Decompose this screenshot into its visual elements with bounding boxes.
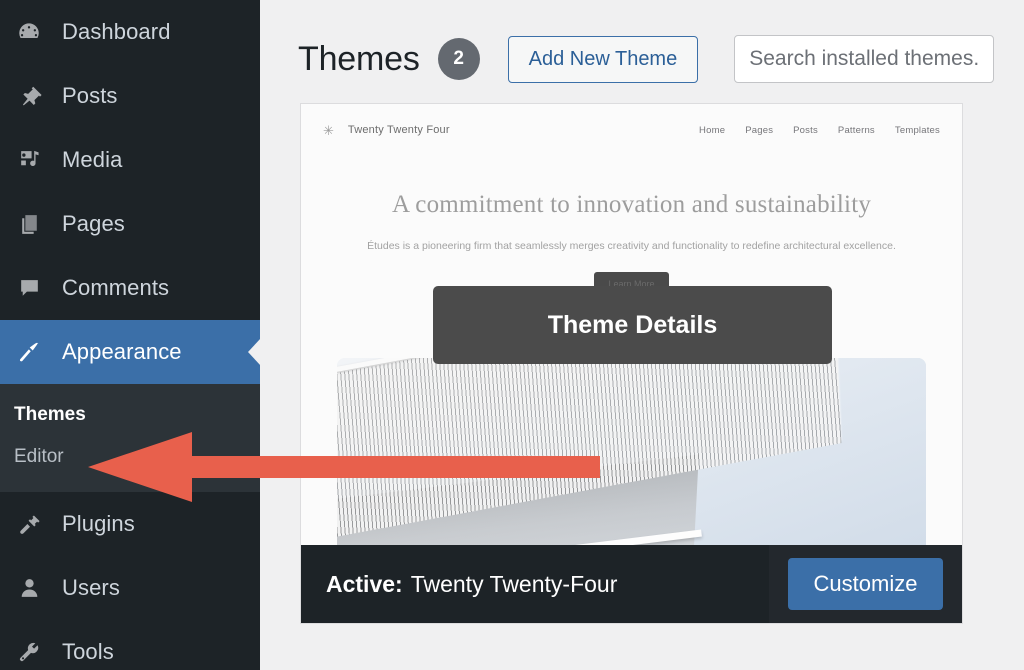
- sidebar-item-label: Dashboard: [62, 19, 171, 44]
- pin-icon: [14, 81, 44, 111]
- comment-bubble-icon: [14, 273, 44, 303]
- nav-item-posts: Posts: [793, 124, 818, 136]
- sidebar-item-posts[interactable]: Posts: [0, 64, 260, 128]
- sidebar-item-comments[interactable]: Comments: [0, 256, 260, 320]
- user-icon: [14, 573, 44, 603]
- sidebar-item-label: Tools: [62, 639, 114, 664]
- sidebar-item-label: Posts: [62, 83, 118, 108]
- active-theme-name: Twenty Twenty-Four: [410, 570, 618, 597]
- dashboard-gauge-icon: [14, 17, 44, 47]
- theme-details-overlay[interactable]: Theme Details: [433, 286, 832, 364]
- sidebar-item-label: Pages: [62, 211, 125, 236]
- customize-button[interactable]: Customize: [787, 558, 944, 610]
- wrench-icon: [14, 637, 44, 667]
- submenu-item-themes[interactable]: Themes: [0, 394, 260, 436]
- active-prefix: Active:: [326, 570, 403, 597]
- theme-hero: A commitment to innovation and sustainab…: [301, 144, 962, 296]
- sidebar-item-plugins[interactable]: Plugins: [0, 492, 260, 556]
- theme-site-header: ✳ Twenty Twenty Four Home Pages Posts Pa…: [301, 104, 962, 144]
- theme-card-twenty-twenty-four[interactable]: ✳ Twenty Twenty Four Home Pages Posts Pa…: [300, 103, 963, 624]
- wordpress-admin-screen: Dashboard Posts Media Pages Comments App…: [0, 0, 1024, 670]
- theme-screenshot: ✳ Twenty Twenty Four Home Pages Posts Pa…: [301, 104, 962, 623]
- admin-sidebar: Dashboard Posts Media Pages Comments App…: [0, 0, 260, 670]
- sidebar-item-dashboard[interactable]: Dashboard: [0, 0, 260, 64]
- sidebar-item-media[interactable]: Media: [0, 128, 260, 192]
- nav-item-templates: Templates: [894, 124, 940, 136]
- sidebar-item-tools[interactable]: Tools: [0, 620, 260, 670]
- sidebar-item-appearance[interactable]: Appearance: [0, 320, 260, 384]
- pages-icon: [14, 209, 44, 239]
- page-header: Themes 2 Add New Theme: [260, 0, 1024, 96]
- media-icon: [14, 145, 44, 175]
- sidebar-item-users[interactable]: Users: [0, 556, 260, 620]
- hero-heading: A commitment to innovation and sustainab…: [391, 191, 872, 218]
- paintbrush-icon: [14, 337, 44, 367]
- site-logo-icon: ✳: [323, 122, 334, 138]
- theme-footer-bar: Active: Twenty Twenty-Four Customize: [301, 545, 962, 623]
- submenu-item-editor[interactable]: Editor: [0, 436, 260, 478]
- hero-description: Études is a pioneering firm that seamles…: [367, 239, 896, 252]
- page-title: Themes: [298, 39, 420, 78]
- sidebar-item-label: Media: [62, 147, 123, 172]
- sidebar-item-label: Users: [62, 575, 120, 600]
- sidebar-item-label: Comments: [62, 275, 170, 300]
- theme-count-badge: 2: [437, 38, 480, 80]
- sidebar-item-pages[interactable]: Pages: [0, 192, 260, 256]
- search-themes-input[interactable]: [734, 35, 995, 83]
- customize-area: Customize: [769, 545, 962, 623]
- themes-page: Themes 2 Add New Theme ✳ Twenty Twenty F…: [260, 0, 1024, 670]
- active-theme-label: Active: Twenty Twenty-Four: [301, 545, 769, 623]
- nav-item-home: Home: [699, 124, 726, 136]
- theme-site-nav: Home Pages Posts Patterns Templates: [699, 125, 940, 136]
- add-new-theme-button[interactable]: Add New Theme: [507, 35, 699, 83]
- plug-icon: [14, 509, 44, 539]
- nav-item-pages: Pages: [745, 124, 774, 136]
- sidebar-item-label: Plugins: [62, 511, 135, 536]
- sidebar-item-label: Appearance: [62, 339, 182, 364]
- site-title: Twenty Twenty Four: [347, 124, 450, 136]
- nav-item-patterns: Patterns: [837, 124, 875, 136]
- appearance-submenu: Themes Editor: [0, 384, 260, 492]
